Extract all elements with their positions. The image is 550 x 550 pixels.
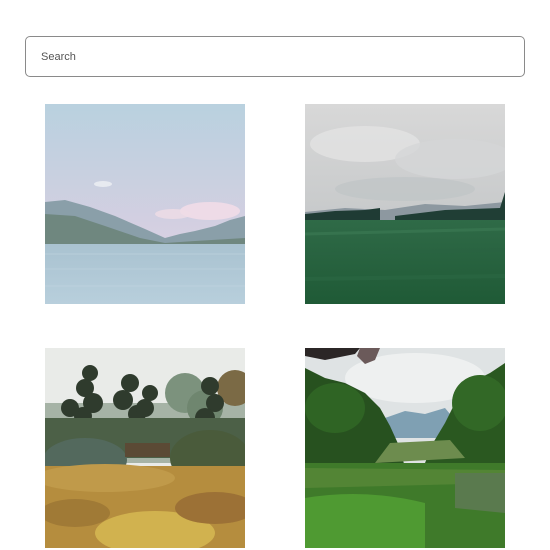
green-field-image (305, 104, 505, 304)
photo-thumbnail-green-field[interactable] (305, 104, 505, 304)
autumn-garden-image (45, 348, 245, 548)
green-valley-image (305, 348, 505, 548)
photo-thumbnail-green-valley[interactable] (305, 348, 505, 548)
photo-thumbnail-autumn-garden[interactable] (45, 348, 245, 548)
search-input[interactable] (25, 36, 525, 77)
gallery-page (0, 0, 550, 550)
photo-thumbnail-mountain-lake[interactable] (45, 104, 245, 304)
mountain-lake-image (45, 104, 245, 304)
